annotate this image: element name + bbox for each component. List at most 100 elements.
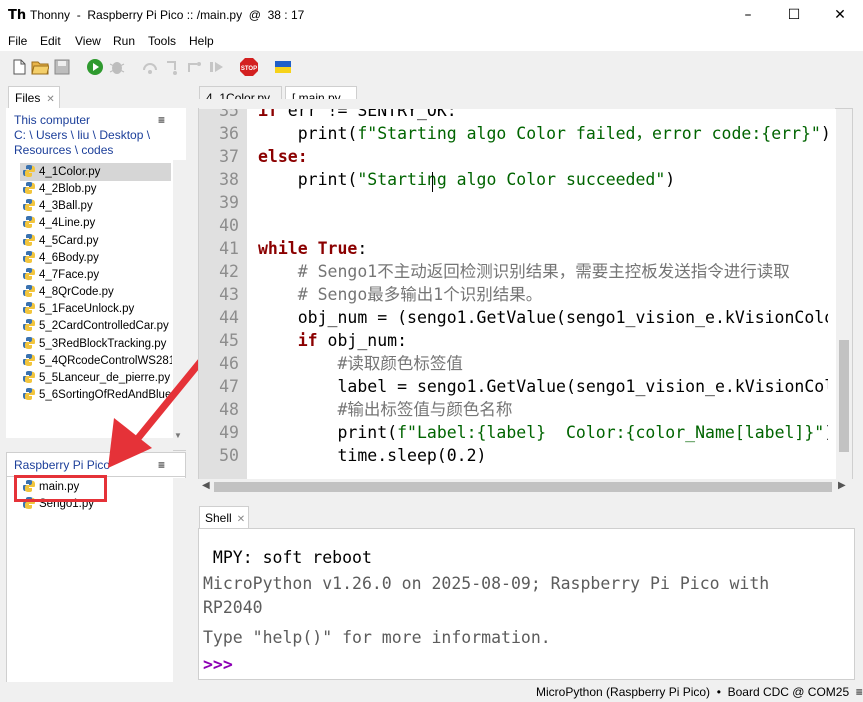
file-item[interactable]: 4_7Face.py bbox=[22, 267, 172, 284]
file-name: 4_5Card.py bbox=[39, 234, 99, 247]
code-line[interactable]: while True: bbox=[258, 237, 828, 260]
this-computer-title[interactable]: This computer bbox=[14, 113, 164, 128]
line-number: 43 bbox=[219, 285, 239, 304]
shell-prompt[interactable]: >>> bbox=[203, 653, 233, 677]
debug-icon[interactable] bbox=[108, 58, 126, 76]
tab-files-label: Files bbox=[15, 91, 41, 105]
python-file-icon bbox=[23, 267, 35, 280]
menu-file[interactable]: File bbox=[8, 34, 27, 48]
save-icon[interactable] bbox=[53, 58, 71, 76]
file-item[interactable]: 4_3Ball.py bbox=[22, 198, 172, 215]
pico-section-title[interactable]: Raspberry Pi Pico bbox=[14, 458, 110, 472]
editor-hscroll-thumb[interactable] bbox=[214, 482, 832, 492]
tab-shell[interactable]: Shell ✕ bbox=[199, 506, 249, 528]
code-line[interactable]: print(f"Label:{label} Color:{color_Name[… bbox=[258, 421, 828, 444]
file-name: 4_7Face.py bbox=[39, 268, 100, 281]
file-item[interactable]: 4_4Line.py bbox=[22, 215, 172, 232]
close-button[interactable]: ✕ bbox=[817, 0, 863, 31]
scroll-left-icon[interactable]: ◀ bbox=[202, 480, 210, 491]
step-over-icon[interactable] bbox=[141, 58, 159, 76]
shell-output-line: Type "help()" for more information. bbox=[203, 628, 551, 647]
run-icon[interactable] bbox=[86, 58, 104, 76]
open-folder-icon[interactable] bbox=[31, 58, 49, 76]
file-item[interactable]: 5_1FaceUnlock.py bbox=[22, 301, 172, 318]
file-item[interactable]: 4_1Color.py bbox=[22, 164, 172, 181]
tab-shell-label: Shell bbox=[205, 511, 232, 525]
python-file-icon bbox=[23, 336, 35, 349]
code-line[interactable]: if obj_num: bbox=[258, 329, 828, 352]
code-line[interactable]: #读取颜色标签值 bbox=[258, 352, 828, 375]
interpreter-status[interactable]: MicroPython (Raspberry Pi Pico) • Board … bbox=[536, 685, 863, 699]
minimize-button[interactable]: – bbox=[725, 0, 771, 31]
python-file-icon bbox=[23, 353, 35, 366]
resume-icon[interactable] bbox=[207, 58, 225, 76]
text-cursor bbox=[432, 172, 433, 192]
stop-icon[interactable]: STOP bbox=[239, 57, 259, 77]
python-file-icon bbox=[23, 302, 35, 315]
code-line[interactable]: time.sleep(0.2) bbox=[258, 444, 828, 467]
code-line[interactable]: obj_num = (sengo1.GetValue(sengo1_vision… bbox=[258, 306, 828, 329]
code-line[interactable]: label = sengo1.GetValue(sengo1_vision_e.… bbox=[258, 375, 828, 398]
tab-files[interactable]: Files ✕ bbox=[8, 86, 60, 108]
toolbar bbox=[0, 51, 863, 83]
python-file-icon bbox=[23, 319, 35, 332]
code-line[interactable]: # Sengo1不主动返回检测识别结果，需要主控板发送指令进行读取 bbox=[258, 260, 828, 283]
code-line[interactable] bbox=[258, 191, 828, 214]
python-file-icon bbox=[23, 199, 35, 212]
line-number: 40 bbox=[219, 216, 239, 235]
menu-tools[interactable]: Tools bbox=[148, 34, 176, 48]
line-number: 42 bbox=[219, 262, 239, 281]
shell-output-line: MPY: soft reboot bbox=[203, 548, 372, 567]
file-name: 4_8QrCode.py bbox=[39, 286, 114, 299]
file-item[interactable]: 4_2Blob.py bbox=[22, 181, 172, 198]
code-line[interactable] bbox=[258, 214, 828, 237]
close-icon[interactable]: ✕ bbox=[237, 514, 245, 525]
line-number: 38 bbox=[219, 170, 239, 189]
file-item[interactable]: 4_6Body.py bbox=[22, 250, 172, 267]
file-item[interactable]: 4_5Card.py bbox=[22, 233, 172, 250]
pico-vertical-scrollbar[interactable] bbox=[173, 478, 186, 686]
new-file-icon[interactable] bbox=[10, 58, 28, 76]
code-line[interactable]: else: bbox=[258, 145, 828, 168]
menu-help[interactable]: Help bbox=[189, 34, 214, 48]
highlight-annotation-box bbox=[14, 475, 107, 502]
file-name: 5_1FaceUnlock.py bbox=[39, 303, 135, 316]
ukraine-flag-icon[interactable] bbox=[274, 58, 292, 76]
scroll-right-icon[interactable]: ▶ bbox=[838, 480, 846, 491]
line-number: 46 bbox=[219, 354, 239, 373]
code-line[interactable]: # Sengo最多输出1个识别结果。 bbox=[258, 283, 828, 306]
code-line[interactable]: #输出标签值与颜色名称 bbox=[258, 398, 828, 421]
line-number: 39 bbox=[219, 193, 239, 212]
file-name: 4_1Color.py bbox=[39, 166, 101, 178]
editor-top-clip bbox=[199, 99, 835, 109]
line-number: 50 bbox=[219, 446, 239, 465]
line-number: 45 bbox=[219, 331, 239, 350]
python-file-icon bbox=[23, 370, 35, 383]
close-icon[interactable]: ✕ bbox=[46, 94, 54, 105]
files-menu-icon[interactable]: ≡ bbox=[158, 113, 165, 127]
line-number: 44 bbox=[219, 308, 239, 327]
file-name: 4_3Ball.py bbox=[39, 200, 93, 213]
file-name: 4_4Line.py bbox=[39, 217, 96, 230]
file-name: 4_2Blob.py bbox=[39, 183, 97, 196]
step-out-icon[interactable] bbox=[185, 58, 203, 76]
python-file-icon bbox=[23, 285, 35, 298]
window-title: Thonny - Raspberry Pi Pico :: /main.py @… bbox=[30, 8, 305, 22]
python-file-icon bbox=[23, 182, 35, 195]
code-line[interactable]: print(f"Starting algo Color failed，error… bbox=[258, 122, 828, 145]
svg-text:STOP: STOP bbox=[241, 66, 257, 72]
code-line[interactable]: print("Starting algo Color succeeded") bbox=[258, 168, 828, 191]
menu-edit[interactable]: Edit bbox=[40, 34, 61, 48]
shell-output-line: RP2040 bbox=[203, 598, 263, 617]
file-item[interactable]: 4_8QrCode.py bbox=[22, 284, 172, 301]
python-file-icon bbox=[23, 216, 35, 229]
python-file-icon bbox=[23, 387, 35, 400]
menu-run[interactable]: Run bbox=[113, 34, 135, 48]
line-number: 36 bbox=[219, 124, 239, 143]
menu-view[interactable]: View bbox=[75, 34, 101, 48]
line-number: 49 bbox=[219, 423, 239, 442]
maximize-button[interactable]: ☐ bbox=[771, 0, 817, 31]
step-into-icon[interactable] bbox=[163, 58, 181, 76]
computer-path-breadcrumb[interactable]: C: \ Users \ liu \ Desktop \ Resources \… bbox=[14, 128, 164, 158]
editor-vscroll-thumb[interactable] bbox=[839, 340, 849, 452]
